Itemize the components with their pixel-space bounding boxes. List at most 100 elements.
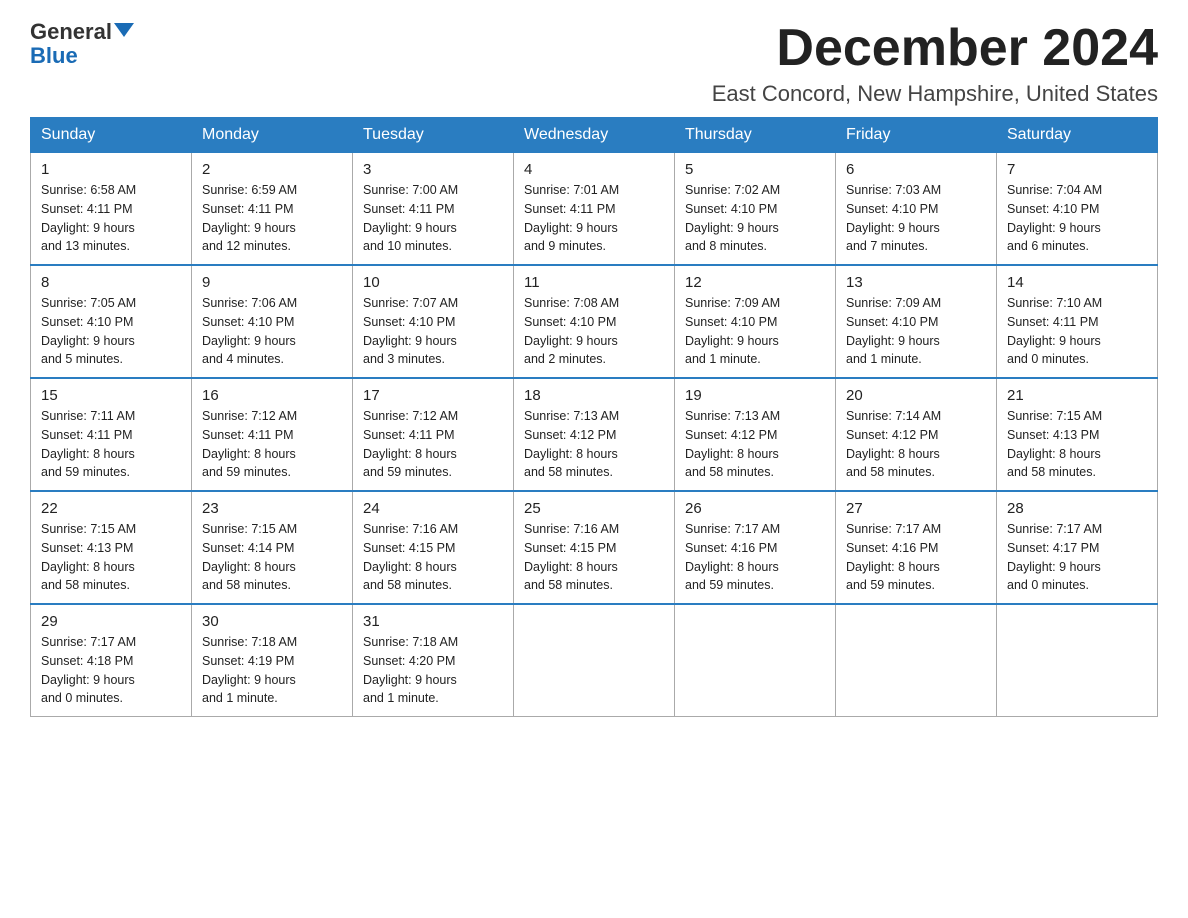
header-cell-saturday: Saturday [997, 118, 1158, 153]
day-number: 12 [685, 274, 825, 291]
day-detail: Sunrise: 7:13 AMSunset: 4:12 PMDaylight:… [524, 407, 664, 482]
day-detail: Sunrise: 7:01 AMSunset: 4:11 PMDaylight:… [524, 181, 664, 256]
day-detail: Sunrise: 7:10 AMSunset: 4:11 PMDaylight:… [1007, 294, 1147, 369]
day-number: 4 [524, 161, 664, 178]
logo-triangle-icon [114, 23, 134, 37]
header-cell-friday: Friday [836, 118, 997, 153]
day-number: 21 [1007, 387, 1147, 404]
week-row-4: 22Sunrise: 7:15 AMSunset: 4:13 PMDayligh… [31, 491, 1158, 604]
day-number: 15 [41, 387, 181, 404]
calendar-cell: 10 Sunrise: 7:07 AMSunset: 4:10 PMDayligh… [353, 265, 514, 378]
calendar-cell: 25 Sunrise: 7:16 AMSunset: 4:15 PMDayligh… [514, 491, 675, 604]
calendar-cell: 17Sunrise: 7:12 AMSunset: 4:11 PMDayligh… [353, 378, 514, 491]
day-number: 28 [1007, 500, 1147, 517]
day-detail: Sunrise: 7:15 AMSunset: 4:13 PMDaylight:… [1007, 407, 1147, 482]
calendar-cell: 5 Sunrise: 7:02 AMSunset: 4:10 PMDaylight… [675, 153, 836, 266]
header-cell-monday: Monday [192, 118, 353, 153]
header-cell-thursday: Thursday [675, 118, 836, 153]
day-number: 16 [202, 387, 342, 404]
calendar-cell: 27 Sunrise: 7:17 AMSunset: 4:16 PMDayligh… [836, 491, 997, 604]
day-detail: Sunrise: 7:12 AMSunset: 4:11 PMDaylight:… [202, 407, 342, 482]
calendar-cell: 1 Sunrise: 6:58 AMSunset: 4:11 PMDaylight… [31, 153, 192, 266]
week-row-1: 1 Sunrise: 6:58 AMSunset: 4:11 PMDaylight… [31, 153, 1158, 266]
day-detail: Sunrise: 7:17 AMSunset: 4:16 PMDaylight:… [685, 520, 825, 595]
day-number: 22 [41, 500, 181, 517]
week-row-5: 29 Sunrise: 7:17 AMSunset: 4:18 PMDayligh… [31, 604, 1158, 717]
day-number: 14 [1007, 274, 1147, 291]
logo: General Blue [30, 20, 134, 68]
calendar-cell: 7 Sunrise: 7:04 AMSunset: 4:10 PMDaylight… [997, 153, 1158, 266]
day-number: 10 [363, 274, 503, 291]
day-detail: Sunrise: 7:06 AMSunset: 4:10 PMDaylight:… [202, 294, 342, 369]
calendar-cell: 12 Sunrise: 7:09 AMSunset: 4:10 PMDayligh… [675, 265, 836, 378]
day-detail: Sunrise: 7:17 AMSunset: 4:17 PMDaylight:… [1007, 520, 1147, 595]
day-detail: Sunrise: 7:13 AMSunset: 4:12 PMDaylight:… [685, 407, 825, 482]
header-cell-sunday: Sunday [31, 118, 192, 153]
day-number: 1 [41, 161, 181, 178]
calendar-cell: 14 Sunrise: 7:10 AMSunset: 4:11 PMDayligh… [997, 265, 1158, 378]
calendar-cell: 28 Sunrise: 7:17 AMSunset: 4:17 PMDayligh… [997, 491, 1158, 604]
day-detail: Sunrise: 6:58 AMSunset: 4:11 PMDaylight:… [41, 181, 181, 256]
day-detail: Sunrise: 7:07 AMSunset: 4:10 PMDaylight:… [363, 294, 503, 369]
month-title: December 2024 [712, 20, 1158, 77]
calendar-cell: 20 Sunrise: 7:14 AMSunset: 4:12 PMDayligh… [836, 378, 997, 491]
header: General Blue December 2024 East Concord,… [30, 20, 1158, 107]
day-number: 18 [524, 387, 664, 404]
location-subtitle: East Concord, New Hampshire, United Stat… [712, 81, 1158, 107]
day-detail: Sunrise: 7:03 AMSunset: 4:10 PMDaylight:… [846, 181, 986, 256]
day-detail: Sunrise: 7:09 AMSunset: 4:10 PMDaylight:… [846, 294, 986, 369]
calendar-cell [836, 604, 997, 717]
day-number: 3 [363, 161, 503, 178]
day-number: 9 [202, 274, 342, 291]
title-area: December 2024 East Concord, New Hampshir… [712, 20, 1158, 107]
day-detail: Sunrise: 7:09 AMSunset: 4:10 PMDaylight:… [685, 294, 825, 369]
day-detail: Sunrise: 7:16 AMSunset: 4:15 PMDaylight:… [524, 520, 664, 595]
calendar-cell: 15Sunrise: 7:11 AMSunset: 4:11 PMDayligh… [31, 378, 192, 491]
calendar-cell: 26 Sunrise: 7:17 AMSunset: 4:16 PMDayligh… [675, 491, 836, 604]
calendar-cell: 21 Sunrise: 7:15 AMSunset: 4:13 PMDayligh… [997, 378, 1158, 491]
day-detail: Sunrise: 7:14 AMSunset: 4:12 PMDaylight:… [846, 407, 986, 482]
day-number: 11 [524, 274, 664, 291]
day-number: 8 [41, 274, 181, 291]
header-row: SundayMondayTuesdayWednesdayThursdayFrid… [31, 118, 1158, 153]
day-number: 20 [846, 387, 986, 404]
calendar-cell: 18 Sunrise: 7:13 AMSunset: 4:12 PMDayligh… [514, 378, 675, 491]
calendar-cell: 29 Sunrise: 7:17 AMSunset: 4:18 PMDayligh… [31, 604, 192, 717]
calendar-cell: 3 Sunrise: 7:00 AMSunset: 4:11 PMDaylight… [353, 153, 514, 266]
calendar-cell: 11 Sunrise: 7:08 AMSunset: 4:10 PMDayligh… [514, 265, 675, 378]
calendar-cell: 6 Sunrise: 7:03 AMSunset: 4:10 PMDaylight… [836, 153, 997, 266]
day-number: 31 [363, 613, 503, 630]
calendar-cell: 23 Sunrise: 7:15 AMSunset: 4:14 PMDayligh… [192, 491, 353, 604]
day-number: 25 [524, 500, 664, 517]
calendar-cell: 8 Sunrise: 7:05 AMSunset: 4:10 PMDaylight… [31, 265, 192, 378]
day-number: 6 [846, 161, 986, 178]
day-detail: Sunrise: 7:17 AMSunset: 4:16 PMDaylight:… [846, 520, 986, 595]
day-number: 26 [685, 500, 825, 517]
week-row-2: 8 Sunrise: 7:05 AMSunset: 4:10 PMDaylight… [31, 265, 1158, 378]
day-number: 29 [41, 613, 181, 630]
day-detail: Sunrise: 7:17 AMSunset: 4:18 PMDaylight:… [41, 633, 181, 708]
day-detail: Sunrise: 7:08 AMSunset: 4:10 PMDaylight:… [524, 294, 664, 369]
calendar-table: SundayMondayTuesdayWednesdayThursdayFrid… [30, 117, 1158, 717]
day-number: 7 [1007, 161, 1147, 178]
day-detail: Sunrise: 7:05 AMSunset: 4:10 PMDaylight:… [41, 294, 181, 369]
day-number: 13 [846, 274, 986, 291]
logo-general-text: General [30, 20, 112, 44]
day-number: 27 [846, 500, 986, 517]
calendar-cell [514, 604, 675, 717]
logo-blue-text: Blue [30, 43, 78, 68]
calendar-cell: 31Sunrise: 7:18 AMSunset: 4:20 PMDayligh… [353, 604, 514, 717]
day-detail: Sunrise: 7:02 AMSunset: 4:10 PMDaylight:… [685, 181, 825, 256]
calendar-cell: 9 Sunrise: 7:06 AMSunset: 4:10 PMDaylight… [192, 265, 353, 378]
day-number: 5 [685, 161, 825, 178]
day-number: 24 [363, 500, 503, 517]
day-detail: Sunrise: 7:00 AMSunset: 4:11 PMDaylight:… [363, 181, 503, 256]
day-detail: Sunrise: 7:18 AMSunset: 4:19 PMDaylight:… [202, 633, 342, 708]
day-detail: Sunrise: 7:04 AMSunset: 4:10 PMDaylight:… [1007, 181, 1147, 256]
day-detail: Sunrise: 7:16 AMSunset: 4:15 PMDaylight:… [363, 520, 503, 595]
day-detail: Sunrise: 6:59 AMSunset: 4:11 PMDaylight:… [202, 181, 342, 256]
day-detail: Sunrise: 7:15 AMSunset: 4:14 PMDaylight:… [202, 520, 342, 595]
day-number: 19 [685, 387, 825, 404]
day-number: 30 [202, 613, 342, 630]
day-number: 23 [202, 500, 342, 517]
